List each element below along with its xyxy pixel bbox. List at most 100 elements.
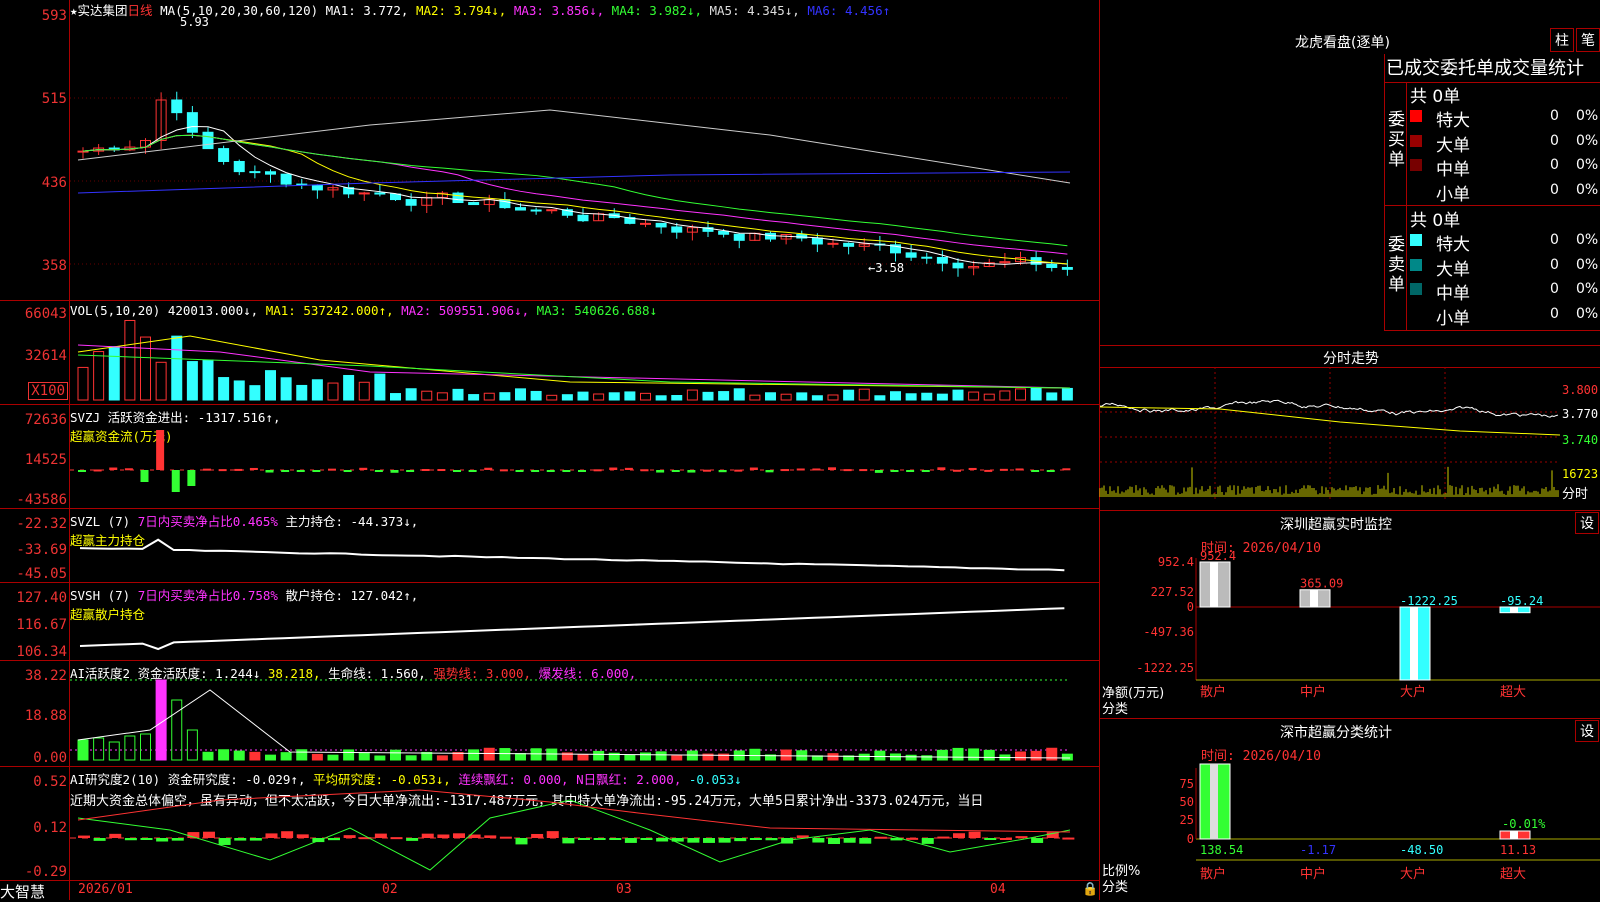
flow-bar: [140, 470, 149, 482]
intraday-title: 分时走势: [1323, 351, 1379, 367]
x-tick: 02: [382, 882, 398, 897]
candle-body: [811, 237, 823, 245]
volume-bar: [436, 392, 448, 401]
research-line: [77, 799, 1071, 871]
flow-bar: [578, 470, 586, 472]
row-name: 特大: [1436, 111, 1470, 131]
tick-mode-button[interactable]: 笔: [1576, 28, 1600, 52]
candle-body: [452, 192, 464, 204]
retail-position-line: [79, 607, 1065, 651]
row-count: 0: [1550, 256, 1559, 273]
axis-label: 358: [41, 258, 67, 274]
axis-label: -0.29: [24, 864, 67, 880]
candle-body: [718, 230, 730, 235]
sz-value-label: 952.4: [1200, 549, 1236, 563]
research-bar: [953, 833, 965, 838]
activity-bar: [358, 752, 370, 761]
flow-bar: [999, 468, 1008, 471]
volume-bar: [421, 390, 433, 401]
candle-body: [233, 160, 245, 173]
volume-bar: [640, 392, 651, 401]
volume-bar: [608, 392, 620, 401]
flow-bar: [390, 470, 399, 473]
category-label: 散户: [1200, 866, 1226, 882]
flow-bar: [624, 467, 633, 470]
activity-bar: [952, 747, 964, 761]
row-name: 大单: [1436, 259, 1470, 280]
lhb-row: 大单 0 0%: [1410, 131, 1600, 156]
main-chart[interactable]: [70, 0, 1100, 880]
volume-bar: [280, 377, 292, 401]
flow-bar: [890, 470, 899, 472]
activity-bar: [311, 753, 323, 761]
research-bar: [687, 838, 700, 843]
candle-body: [733, 233, 745, 241]
category-label: 散户: [1200, 684, 1226, 700]
activity-bar: [936, 749, 948, 761]
research-bar: [499, 836, 512, 839]
axis-label: -22.32: [16, 516, 67, 532]
volume-bar: [577, 391, 589, 401]
x-tick: 04: [990, 882, 1006, 897]
candle-body: [843, 242, 855, 247]
activity-bar: [421, 751, 433, 761]
lhb-panel: 龙虎看盘(逐单) 柱 笔 已成交委托单成交量统计 委买单 委卖单 共 0单 共 …: [1100, 0, 1600, 345]
flow-bar: [874, 470, 883, 473]
flow-bar: [906, 470, 915, 472]
volume-bar: [624, 391, 636, 401]
axis-label: 72636: [24, 412, 67, 428]
sz-class-panel: 深市超赢分类统计 设 时间: 2026/04/10 75 50 25 0 -0.01% 1…: [1100, 718, 1600, 900]
axis-label: 515: [41, 91, 67, 107]
intraday-panel[interactable]: 分时走势 3.800 3.770 3.740 16723 分时: [1099, 345, 1600, 510]
candle-body: [468, 202, 480, 206]
flow-bar: [562, 470, 571, 472]
axis-label: 106.34: [16, 644, 67, 660]
activity-bar: [593, 750, 605, 761]
research-bar: [656, 838, 669, 842]
activity-bar: [265, 754, 276, 761]
research-bar: [109, 833, 122, 838]
research-bar: [249, 838, 262, 841]
research-bar: [562, 838, 575, 844]
flow-bar: [187, 470, 196, 486]
bar-mode-button[interactable]: 柱: [1550, 28, 1574, 52]
sell-total: 共 0单: [1410, 211, 1461, 231]
flow-bar: [343, 470, 352, 472]
research-bar: [921, 838, 934, 844]
intraday-chart[interactable]: [1099, 367, 1561, 507]
main-position-line: [79, 538, 1065, 572]
sz-xlabel: 分类: [1102, 702, 1129, 717]
flow-bar: [656, 470, 665, 473]
volume-bar: [108, 346, 120, 401]
research-bar: [765, 838, 778, 841]
candle-body: [546, 209, 558, 212]
row-pct: 0%: [1576, 232, 1599, 248]
volume-bar: [952, 389, 964, 401]
research-bar: [203, 831, 215, 838]
research-bar: [968, 831, 981, 838]
volume-bar: [905, 393, 917, 401]
research-bar: [406, 838, 419, 841]
flow-bar: [312, 470, 321, 472]
volume-bar: [311, 379, 323, 401]
activity-bar: [374, 755, 386, 761]
row-name: 小单: [1436, 308, 1470, 329]
vol-unit-button[interactable]: X100: [28, 382, 68, 400]
lock-icon[interactable]: 🔒: [1082, 882, 1098, 897]
flow-bar: [1062, 468, 1071, 471]
flow-bar: [968, 467, 977, 470]
activity-bar: [327, 754, 339, 761]
research-bar: [640, 838, 653, 840]
activity-bar: [77, 739, 89, 761]
color-swatch: [1410, 307, 1422, 320]
flow-bar: [796, 468, 805, 471]
flow-bar: [781, 469, 790, 472]
color-swatch: [1410, 258, 1422, 271]
flow-bar: [453, 470, 461, 472]
axis-label: 32614: [24, 348, 67, 364]
volume-bar: [124, 319, 136, 401]
intraday-avg-line: [1099, 406, 1561, 436]
candle-body: [640, 222, 651, 225]
row-name: 中单: [1436, 160, 1470, 180]
activity-bar: [749, 748, 761, 761]
